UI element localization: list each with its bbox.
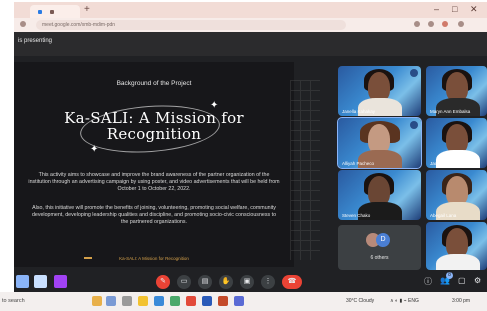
new-tab-button[interactable]: +	[84, 4, 90, 15]
mic-toggle-button[interactable]: ✎	[156, 275, 170, 289]
participant-name: Maryn Ann Embalsa	[430, 109, 471, 114]
reaction-button[interactable]	[34, 275, 47, 288]
word-icon[interactable]	[202, 296, 212, 306]
reload-icon[interactable]	[20, 21, 26, 27]
address-bar-row: meet.google.com/xmb-mdim-pdn	[14, 18, 487, 32]
participant-tile[interactable]	[426, 222, 487, 270]
participant-name: Steven Chako	[342, 213, 371, 218]
info-icon[interactable]: ⓘ	[424, 276, 432, 287]
taskbar-search[interactable]: to search	[2, 298, 25, 304]
others-tile[interactable]: D 6 others	[338, 225, 421, 270]
camera-toggle-button[interactable]: ▭	[177, 275, 191, 289]
end-call-button[interactable]: ☎	[282, 275, 302, 289]
slide-subtitle: Background of the Project	[116, 80, 192, 87]
powerpoint-icon[interactable]	[218, 296, 228, 306]
reaction-button[interactable]	[16, 275, 29, 288]
chat-icon[interactable]: ▢	[458, 276, 466, 285]
slide-grid-pattern	[290, 80, 320, 260]
presenting-label: is presenting	[18, 38, 53, 44]
sparkle-icon: ✦	[90, 144, 99, 155]
edge-icon[interactable]	[154, 296, 164, 306]
present-button[interactable]: ▣	[240, 275, 254, 289]
meeting-controls-bar: ✎ ▭ ▤ ✋ ▣ ⋮ ☎ ⓘ 👥 8 ▢ ⚙	[14, 270, 487, 294]
presented-slide: Background of the Project ✦ ✦ Ka-SALI: A…	[14, 62, 294, 267]
raise-hand-button[interactable]: ✋	[219, 275, 233, 289]
browser-tab-bar: + – □ ✕	[14, 2, 487, 18]
profile-avatar[interactable]	[442, 21, 448, 27]
others-count-label: 6 others	[370, 255, 389, 261]
participant-tile[interactable]: Janella Kahakay	[338, 66, 421, 116]
windows-taskbar: to search 30°C Cloudy ∧ ◐ ▮ ⌁ ENG 3:00 p…	[0, 292, 487, 311]
file-explorer-icon[interactable]	[138, 296, 148, 306]
browser-menu-icon[interactable]	[458, 21, 464, 27]
slide-paragraph: Also, this initiative will promote the b…	[31, 205, 277, 225]
people-count-badge: 8	[446, 272, 453, 279]
system-tray[interactable]: ∧ ◐ ▮ ⌁ ENG	[390, 298, 419, 304]
maximize-button[interactable]: □	[452, 4, 457, 14]
search-icon[interactable]	[122, 296, 132, 306]
participant-tile[interactable]: Jaco Cabal	[426, 118, 487, 168]
speaking-indicator-icon	[410, 121, 418, 129]
participant-name: Abegail Lana	[430, 213, 457, 218]
activity-button[interactable]	[54, 275, 67, 288]
weather-widget[interactable]: 30°C Cloudy	[346, 298, 374, 304]
meet-favicon-icon	[38, 10, 42, 14]
slide-title: Ka-SALI: A Mission for Recognition	[64, 109, 244, 143]
mic-muted-icon	[410, 69, 418, 77]
slide-paragraph: This activity aims to showcase and impro…	[28, 172, 280, 192]
participant-name: Alliyah Pacheco	[342, 161, 375, 166]
participant-name: Jaco Cabal	[430, 161, 453, 166]
widgets-icon[interactable]	[92, 296, 102, 306]
more-options-button[interactable]: ⋮	[261, 275, 275, 289]
minimize-button[interactable]: –	[434, 4, 439, 14]
bookmark-icon[interactable]	[414, 21, 420, 27]
participant-body	[436, 254, 480, 270]
participant-tile[interactable]: Maryn Ann Embalsa	[426, 66, 487, 116]
captions-button[interactable]: ▤	[198, 275, 212, 289]
task-view-icon[interactable]	[106, 296, 116, 306]
browser-tab[interactable]	[30, 5, 80, 18]
participant-tile[interactable]: Alliyah Pacheco	[337, 117, 422, 169]
presenting-banner: is presenting	[14, 32, 487, 56]
clock[interactable]: 3:00 pm	[452, 298, 470, 304]
activities-icon[interactable]: ⚙	[474, 276, 481, 285]
teams-icon[interactable]	[234, 296, 244, 306]
slide-footer: Ka-SALI: A Mission for Recognition	[119, 256, 189, 261]
participant-tile[interactable]: Abegail Lana	[426, 170, 487, 220]
url-field[interactable]: meet.google.com/xmb-mdim-pdn	[36, 20, 346, 30]
participant-tile[interactable]: Steven Chako	[338, 170, 421, 220]
close-window-button[interactable]: ✕	[470, 4, 478, 15]
chrome-icon[interactable]	[186, 296, 196, 306]
avatar: D	[376, 233, 390, 247]
participant-name: Janella Kahakay	[342, 109, 376, 114]
meet-window: + – □ ✕ meet.google.com/xmb-mdim-pdn is …	[14, 2, 487, 303]
tab-close-icon[interactable]	[50, 10, 54, 14]
extensions-icon[interactable]	[428, 21, 434, 27]
store-icon[interactable]	[170, 296, 180, 306]
